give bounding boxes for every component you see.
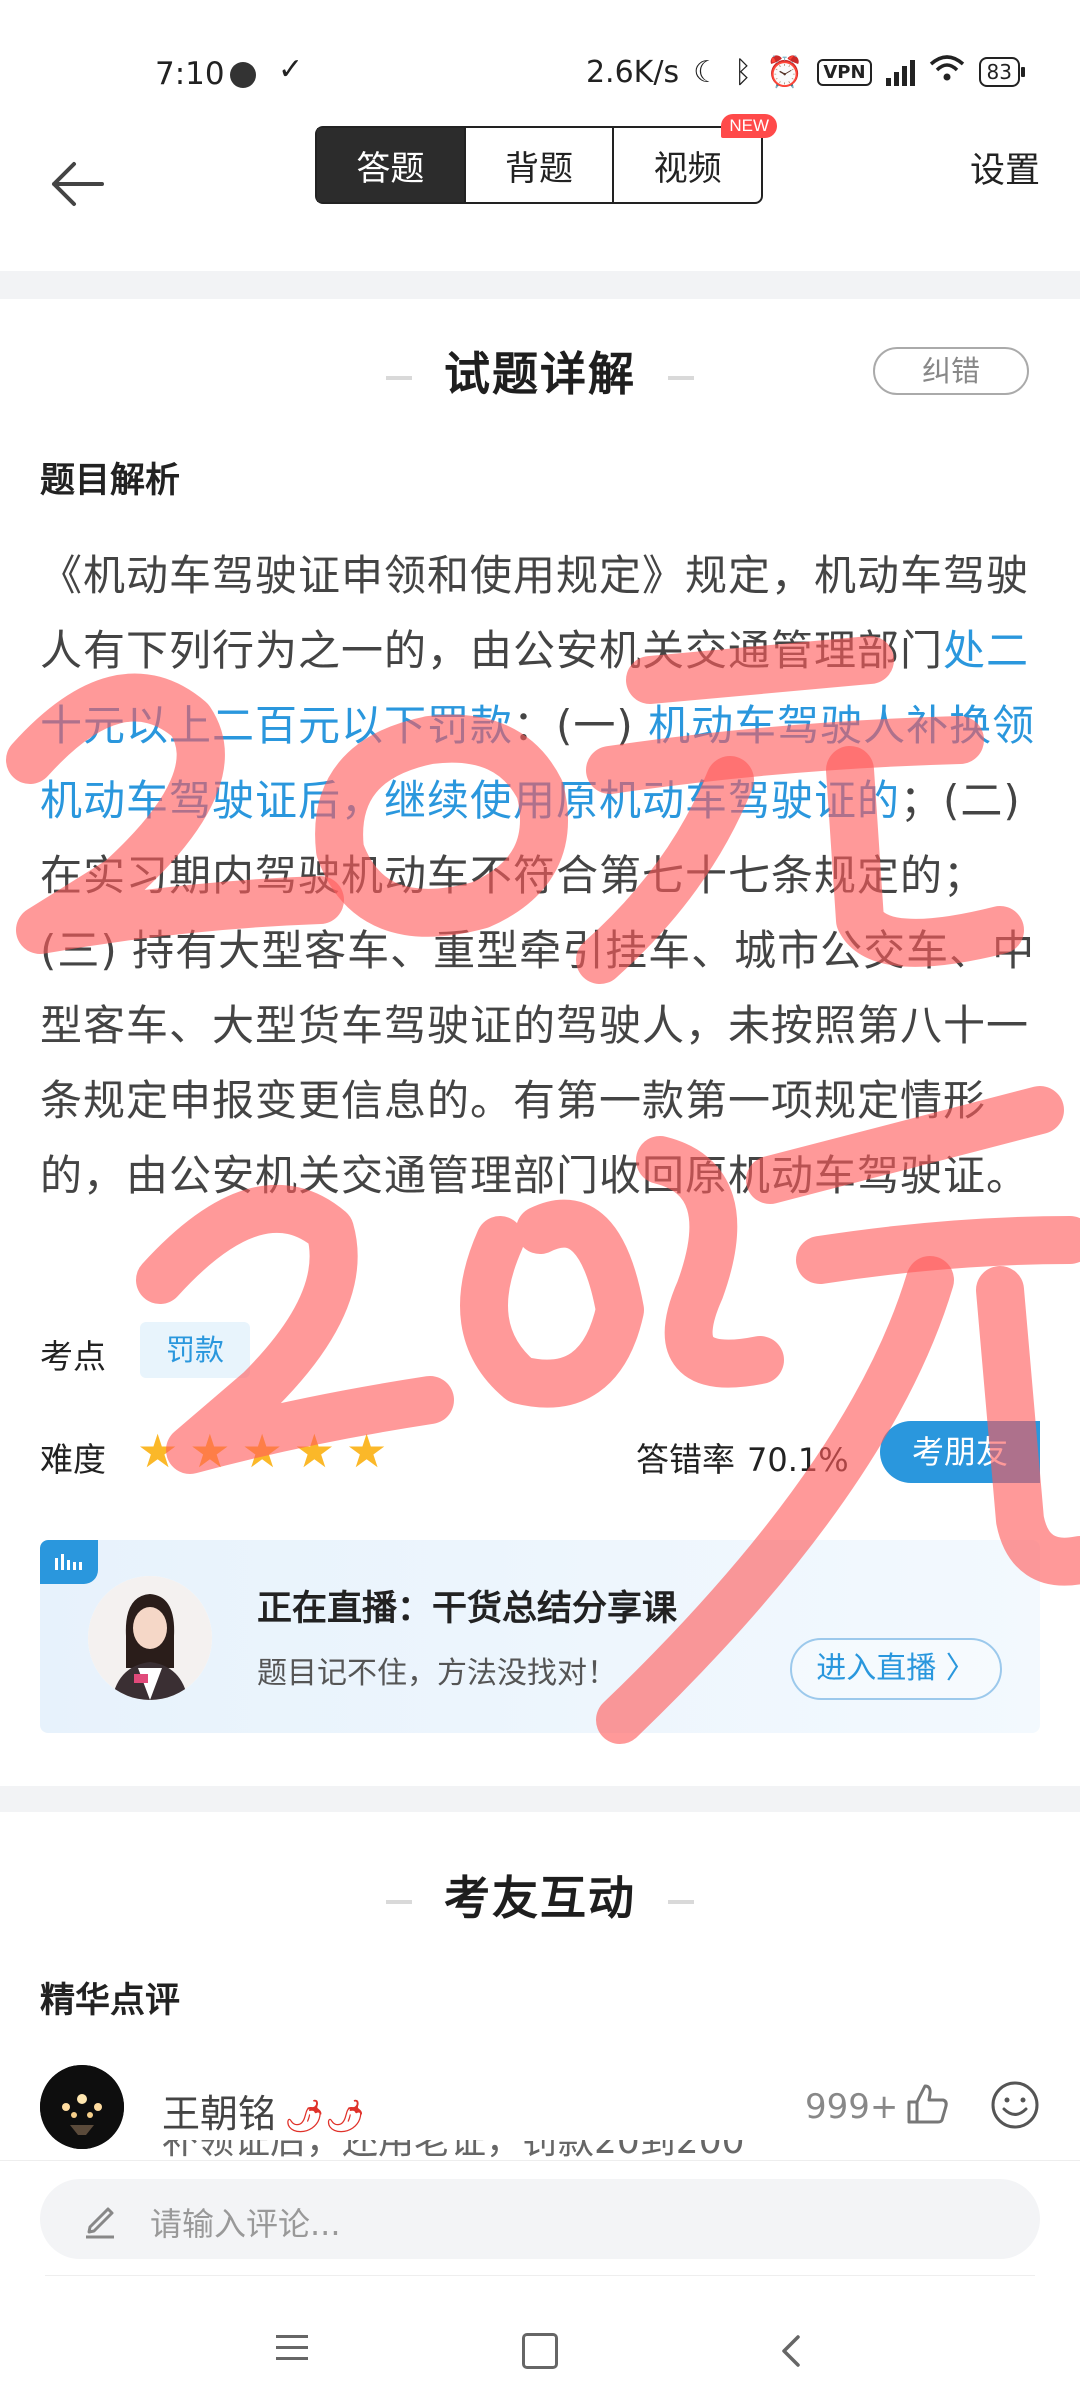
chili-icon: 🌶🌶	[284, 2097, 366, 2135]
live-subtitle: 题目记不住，方法没找对！	[257, 1656, 617, 1691]
check-icon: ✓	[278, 52, 304, 87]
bluetooth-icon: ᛒ	[734, 54, 752, 90]
new-badge: NEW	[721, 114, 778, 138]
wifi-icon	[929, 54, 965, 90]
battery-icon: 83	[978, 57, 1026, 87]
tab-video[interactable]: 视频 NEW	[612, 114, 778, 202]
commenter-name[interactable]: 王朝铭 🌶🌶	[162, 2083, 365, 2138]
star-icon: ★	[137, 1424, 179, 1478]
kaodian-tag[interactable]: 罚款	[140, 1322, 250, 1378]
difficulty-stars: ★ ★ ★ ★ ★	[137, 1426, 387, 1476]
emoji-icon[interactable]	[990, 2080, 1040, 2130]
explanation-text: 《机动车驾驶证申领和使用规定》规定，机动车驾驶人有下列行为之一的，由公安机关交通…	[40, 551, 1036, 1200]
status-bar: 7:10 ✓ 2.6K/s ☾ ᛒ ⏰ VPN 83	[0, 0, 1080, 130]
live-title: 正在直播：干货总结分享课	[257, 1589, 678, 1629]
star-icon: ★	[346, 1424, 388, 1478]
commenter-avatar[interactable]	[40, 2065, 124, 2149]
home-icon[interactable]	[522, 2333, 558, 2369]
divider	[0, 1786, 1080, 1812]
settings-button[interactable]: 设置	[970, 142, 1040, 193]
star-icon: ★	[293, 1424, 335, 1478]
vpn-icon: VPN	[817, 58, 872, 86]
net-speed: 2.6K/s	[585, 54, 680, 90]
like-count: 999+	[805, 2087, 899, 2127]
divider	[0, 271, 1080, 299]
quiz-friend-button[interactable]: 考朋友	[880, 1421, 1040, 1483]
comment-text: 补领证后，还用老证，罚款20到200	[162, 2140, 1022, 2160]
tab-answer[interactable]: 答题	[317, 128, 464, 202]
live-corner-badge	[40, 1540, 98, 1584]
featured-heading: 精华点评	[40, 1981, 181, 2021]
alarm-icon: ⏰	[766, 54, 804, 90]
system-nav-bar	[0, 2275, 1080, 2400]
error-rate: 答错率 70.1%	[636, 1440, 849, 1479]
star-icon: ★	[241, 1424, 283, 1478]
signal-icon	[885, 58, 915, 86]
comment-placeholder: 请输入评论...	[150, 2205, 341, 2243]
analysis-heading: 题目解析	[40, 461, 181, 501]
back-arrow-icon[interactable]	[48, 154, 108, 214]
community-section-title: 考友互动	[0, 1862, 1080, 1928]
status-time: 7:10	[155, 56, 225, 92]
back-icon[interactable]	[772, 2331, 812, 2371]
report-error-button[interactable]: 纠错	[873, 347, 1029, 395]
error-rate-value: 70.1%	[747, 1441, 849, 1479]
top-nav: 答题 背题 视频 NEW 设置	[0, 114, 1080, 271]
moon-icon: ☾	[693, 54, 720, 90]
pencil-icon	[86, 2207, 114, 2239]
record-dot-icon	[230, 62, 256, 88]
live-bars-icon	[55, 1554, 82, 1570]
difficulty-label: 难度	[40, 1440, 106, 1479]
tab-memorize[interactable]: 背题	[463, 128, 613, 202]
status-right: 2.6K/s ☾ ᛒ ⏰ VPN 83	[585, 54, 1026, 90]
enter-live-button[interactable]: 进入直播 〉	[790, 1638, 1002, 1700]
host-avatar	[88, 1576, 212, 1700]
comment-input-area: 请输入评论...	[0, 2160, 1080, 2281]
live-banner[interactable]: 正在直播：干货总结分享课 题目记不住，方法没找对！ 进入直播 〉	[40, 1540, 1040, 1733]
menu-icon[interactable]	[276, 2335, 308, 2368]
comment-input[interactable]: 请输入评论...	[40, 2179, 1040, 2259]
thumbs-up-icon[interactable]	[903, 2080, 951, 2128]
kaodian-label: 考点	[40, 1337, 106, 1376]
mode-tabs: 答题 背题 视频 NEW	[315, 114, 778, 204]
star-icon: ★	[189, 1424, 231, 1478]
